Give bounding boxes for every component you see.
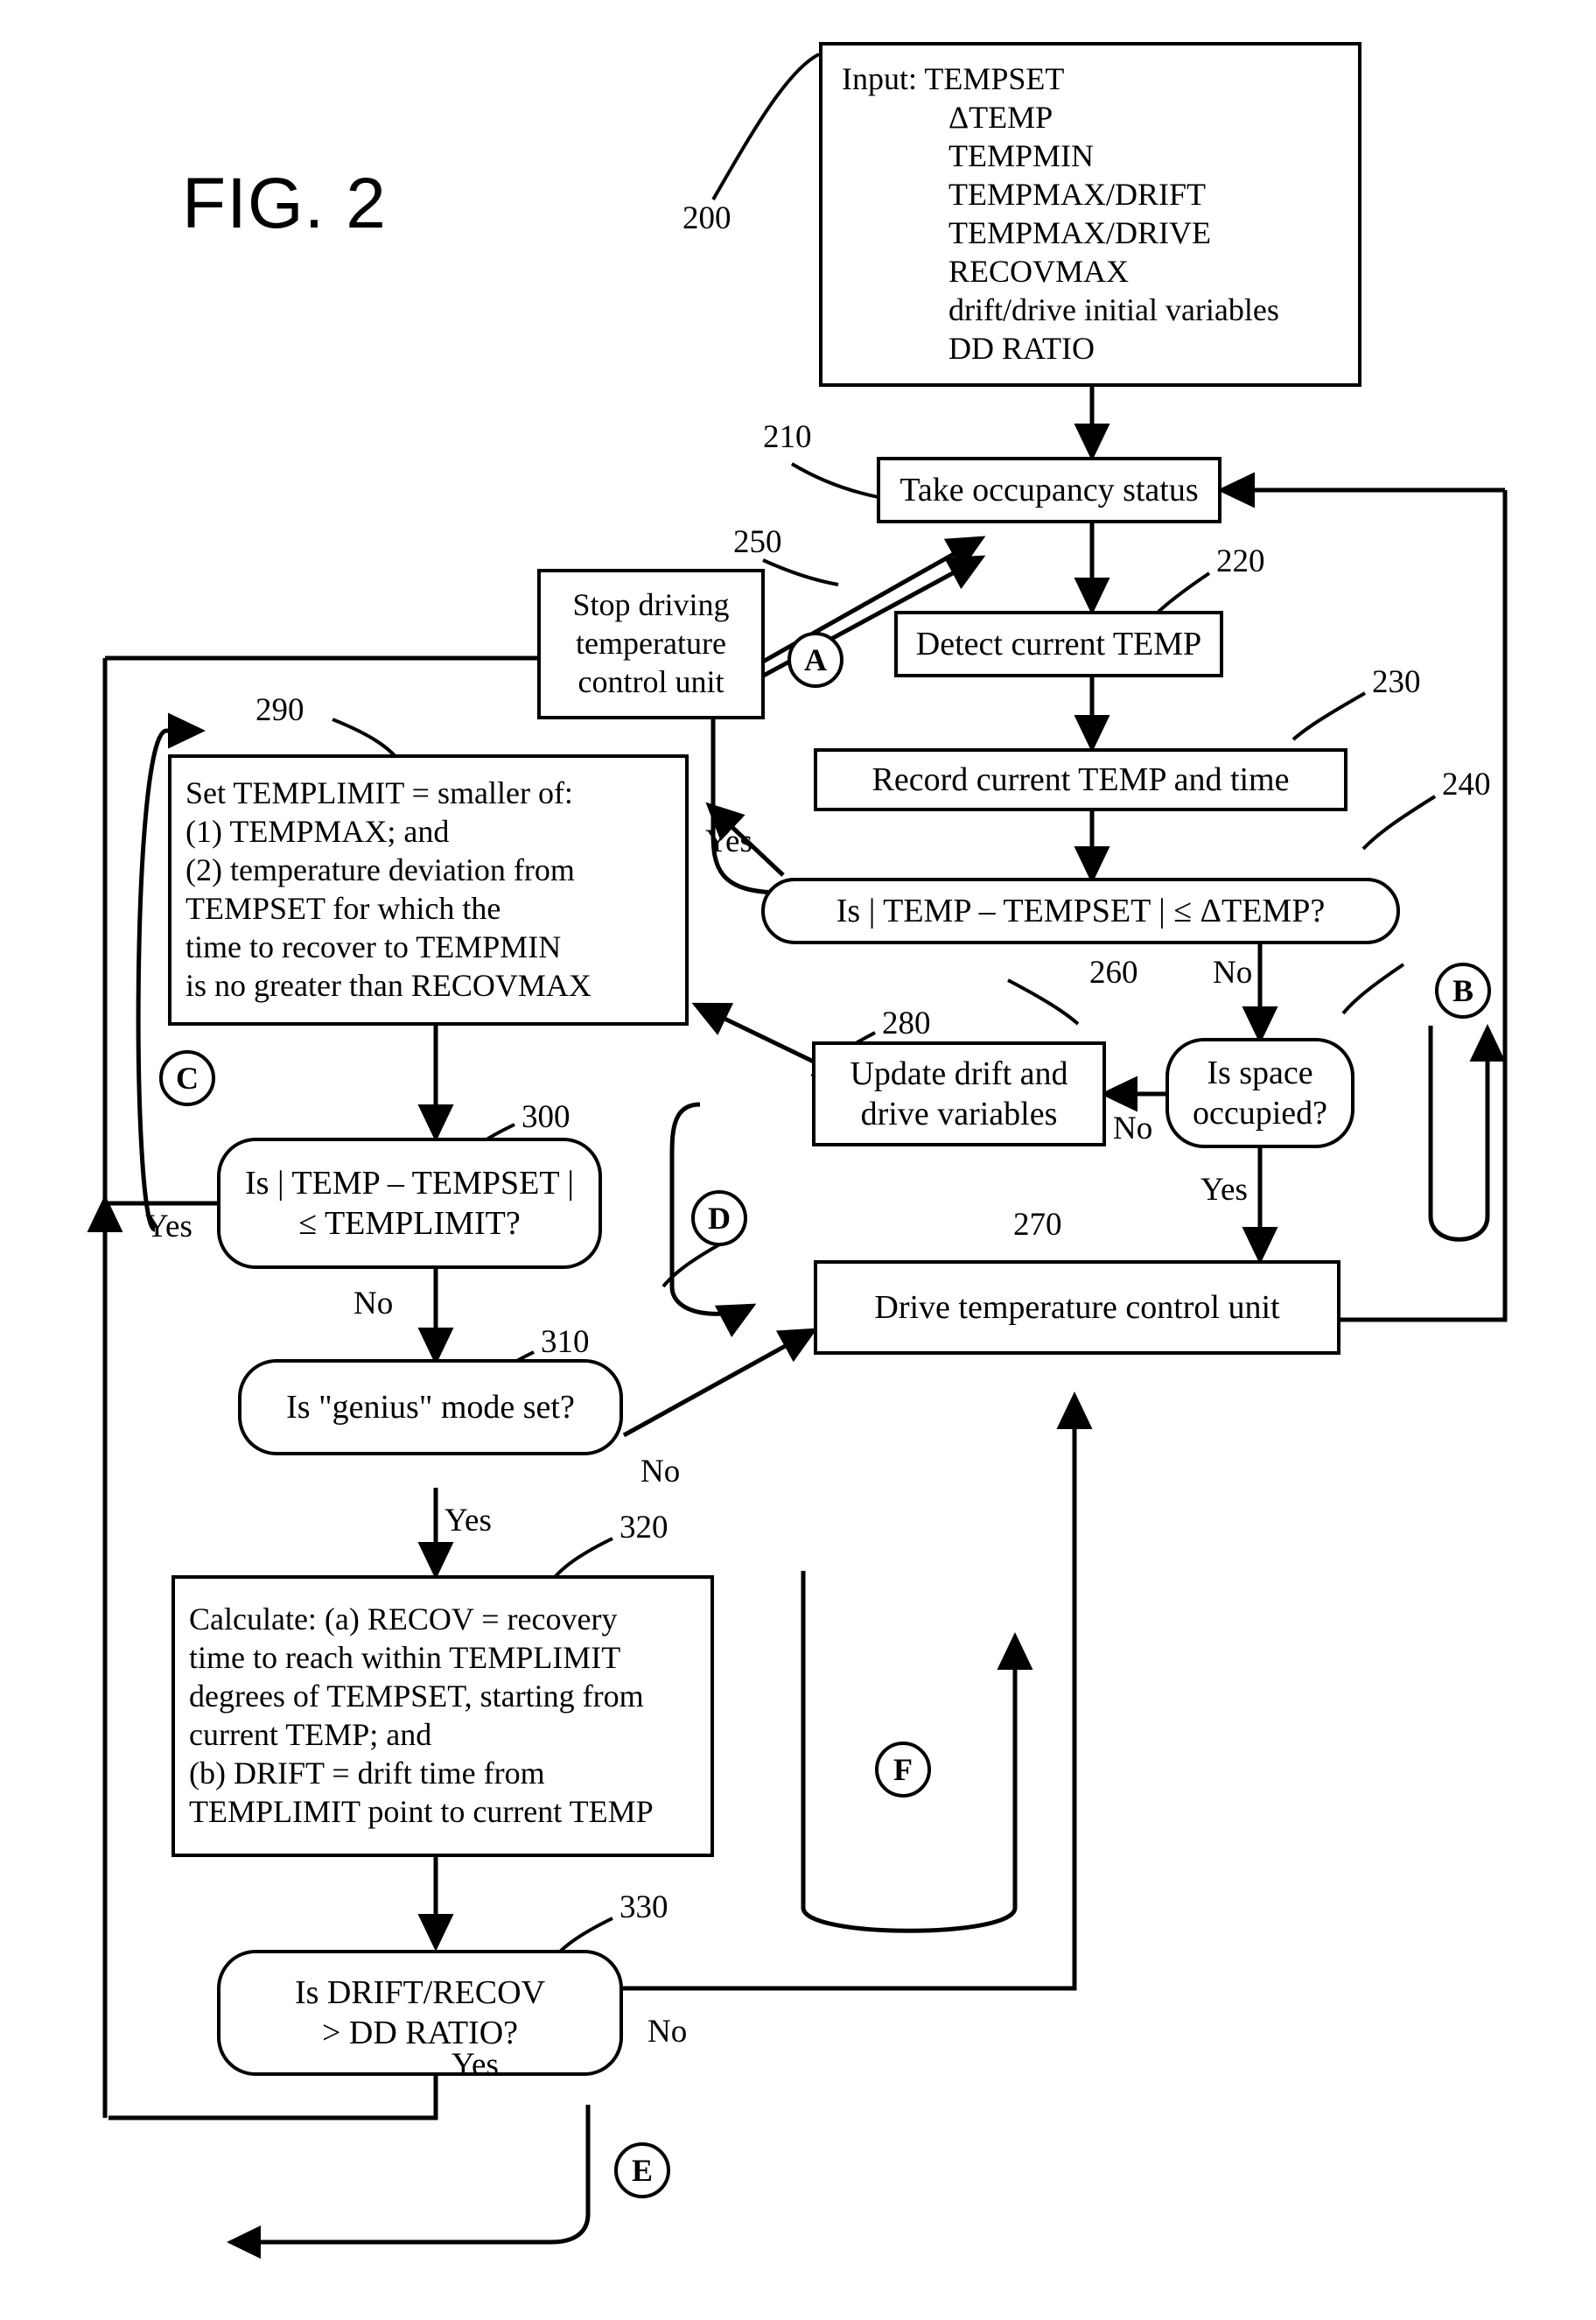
ref-numeral-260: 260 [1089,955,1138,991]
templimit-line-3: TEMPSET for which the [186,891,501,926]
connector-a: A [788,632,844,688]
connector-d: D [691,1190,747,1246]
is-temp-within-delta-label: Is | TEMP – TEMPSET | ≤ ΔTEMP? [836,892,1326,929]
node-is-temp-within-delta: Is | TEMP – TEMPSET | ≤ ΔTEMP? [761,878,1400,944]
edge-label-no-300: No [354,1286,394,1321]
edge-label-yes-240: Yes [705,824,752,859]
node-calculate-recov-drift: Calculate: (a) RECOV = recovery time to … [172,1575,714,1857]
ref-numeral-310: 310 [541,1324,590,1360]
node-is-genius-mode-set: Is "genius" mode set? [238,1359,623,1455]
edge-label-yes-310: Yes [444,1503,492,1538]
ref-numeral-250: 250 [733,524,782,560]
input-line-5: RECOVMAX [948,253,1130,289]
edge-label-yes-330: Yes [452,2047,499,2083]
input-line-1: ΔTEMP [948,100,1054,136]
ref-numeral-240: 240 [1442,767,1491,803]
ref-numeral-210: 210 [763,419,812,455]
edge-label-yes-300: Yes [145,1209,192,1244]
is-ddratio-line-1: Is DRIFT/RECOV [294,1973,546,2011]
input-line-0: Input: TEMPSET [842,61,1065,97]
connector-f: F [875,1742,931,1798]
calculate-line-4: (b) DRIFT = drift time from [189,1755,545,1791]
ref-numeral-220: 220 [1216,543,1265,579]
node-is-temp-within-templimit: Is | TEMP – TEMPSET | ≤ TEMPLIMIT? [217,1138,602,1269]
ref-numeral-300: 300 [522,1099,570,1135]
edge-label-yes-260: Yes [1200,1172,1248,1208]
ref-numeral-290: 290 [256,692,304,728]
edge-label-no-260: No [1113,1111,1153,1146]
calculate-line-3: current TEMP; and [189,1717,432,1752]
edge-label-no-330: No [648,2014,688,2050]
patent-figure-sheet: FIG. 2 Input: TEMPSET ΔTEMP TEMPMIN TEMP… [0,0,1596,2320]
templimit-line-5: is no greater than RECOVMAX [186,967,592,1003]
is-templimit-line-2: ≤ TEMPLIMIT? [298,1205,521,1242]
ref-numeral-330: 330 [620,1889,668,1925]
ref-numeral-200: 200 [682,200,732,236]
node-detect-current-temp: Detect current TEMP [894,611,1223,677]
figure-label: FIG. 2 [182,164,387,243]
calculate-line-5: TEMPLIMIT point to current TEMP [189,1793,654,1829]
templimit-line-1: (1) TEMPMAX; and [186,814,450,850]
edge-label-no-310: No [640,1454,681,1489]
node-take-occupancy-status: Take occupancy status [877,457,1222,523]
is-ddratio-line-2: > DD RATIO? [321,2015,519,2051]
node-stop-driving-unit: Stop driving temperature control unit [537,569,765,719]
edge-label-no-240: No [1213,955,1253,991]
ref-numeral-230: 230 [1372,664,1421,700]
node-drive-temperature-unit: Drive temperature control unit [814,1260,1340,1355]
stop-driving-label: Stop driving temperature control unit [572,587,730,699]
input-line-3: TEMPMAX/DRIFT [948,177,1207,213]
detect-temp-label: Detect current TEMP [915,625,1202,662]
connector-c: C [159,1050,215,1106]
ref-numeral-320: 320 [620,1510,668,1545]
templimit-line-4: time to recover to TEMPMIN [186,929,562,964]
drive-unit-label: Drive temperature control unit [874,1288,1280,1326]
calculate-line-0: Calculate: (a) RECOV = recovery [189,1602,618,1637]
connector-e: E [614,2142,670,2198]
is-templimit-line-1: Is | TEMP – TEMPSET | [245,1164,574,1202]
ref-numeral-270: 270 [1013,1207,1062,1243]
is-genius-label: Is "genius" mode set? [286,1388,575,1426]
record-temp-label: Record current TEMP and time [872,760,1290,798]
calculate-line-1: time to reach within TEMPLIMIT [189,1640,621,1676]
input-line-7: DD RATIO [948,330,1095,366]
calculate-line-2: degrees of TEMPSET, starting from [189,1679,644,1714]
templimit-line-0: Set TEMPLIMIT = smaller of: [186,775,573,811]
ref-numeral-280: 280 [882,1006,931,1041]
take-occupancy-label: Take occupancy status [900,471,1199,508]
input-line-2: TEMPMIN [948,138,1095,174]
node-is-space-occupied: Is space occupied? [1166,1038,1354,1148]
input-line-4: TEMPMAX/DRIVE [948,215,1212,250]
node-is-drift-recov-gt-ddratio: Is DRIFT/RECOV > DD RATIO? [217,1950,623,2076]
node-set-templimit: Set TEMPLIMIT = smaller of: (1) TEMPMAX;… [168,754,689,1026]
is-space-occupied-label: Is space occupied? [1192,1054,1328,1132]
node-input-parameters: Input: TEMPSET ΔTEMP TEMPMIN TEMPMAX/DRI… [819,42,1362,387]
connector-b: B [1435,963,1491,1019]
node-record-current-temp-time: Record current TEMP and time [814,748,1348,811]
templimit-line-2: (2) temperature deviation from [186,852,575,888]
update-drift-label: Update drift and drive variables [850,1055,1068,1132]
node-update-drift-drive-variables: Update drift and drive variables [812,1041,1106,1146]
input-line-6: drift/drive initial variables [948,291,1279,327]
